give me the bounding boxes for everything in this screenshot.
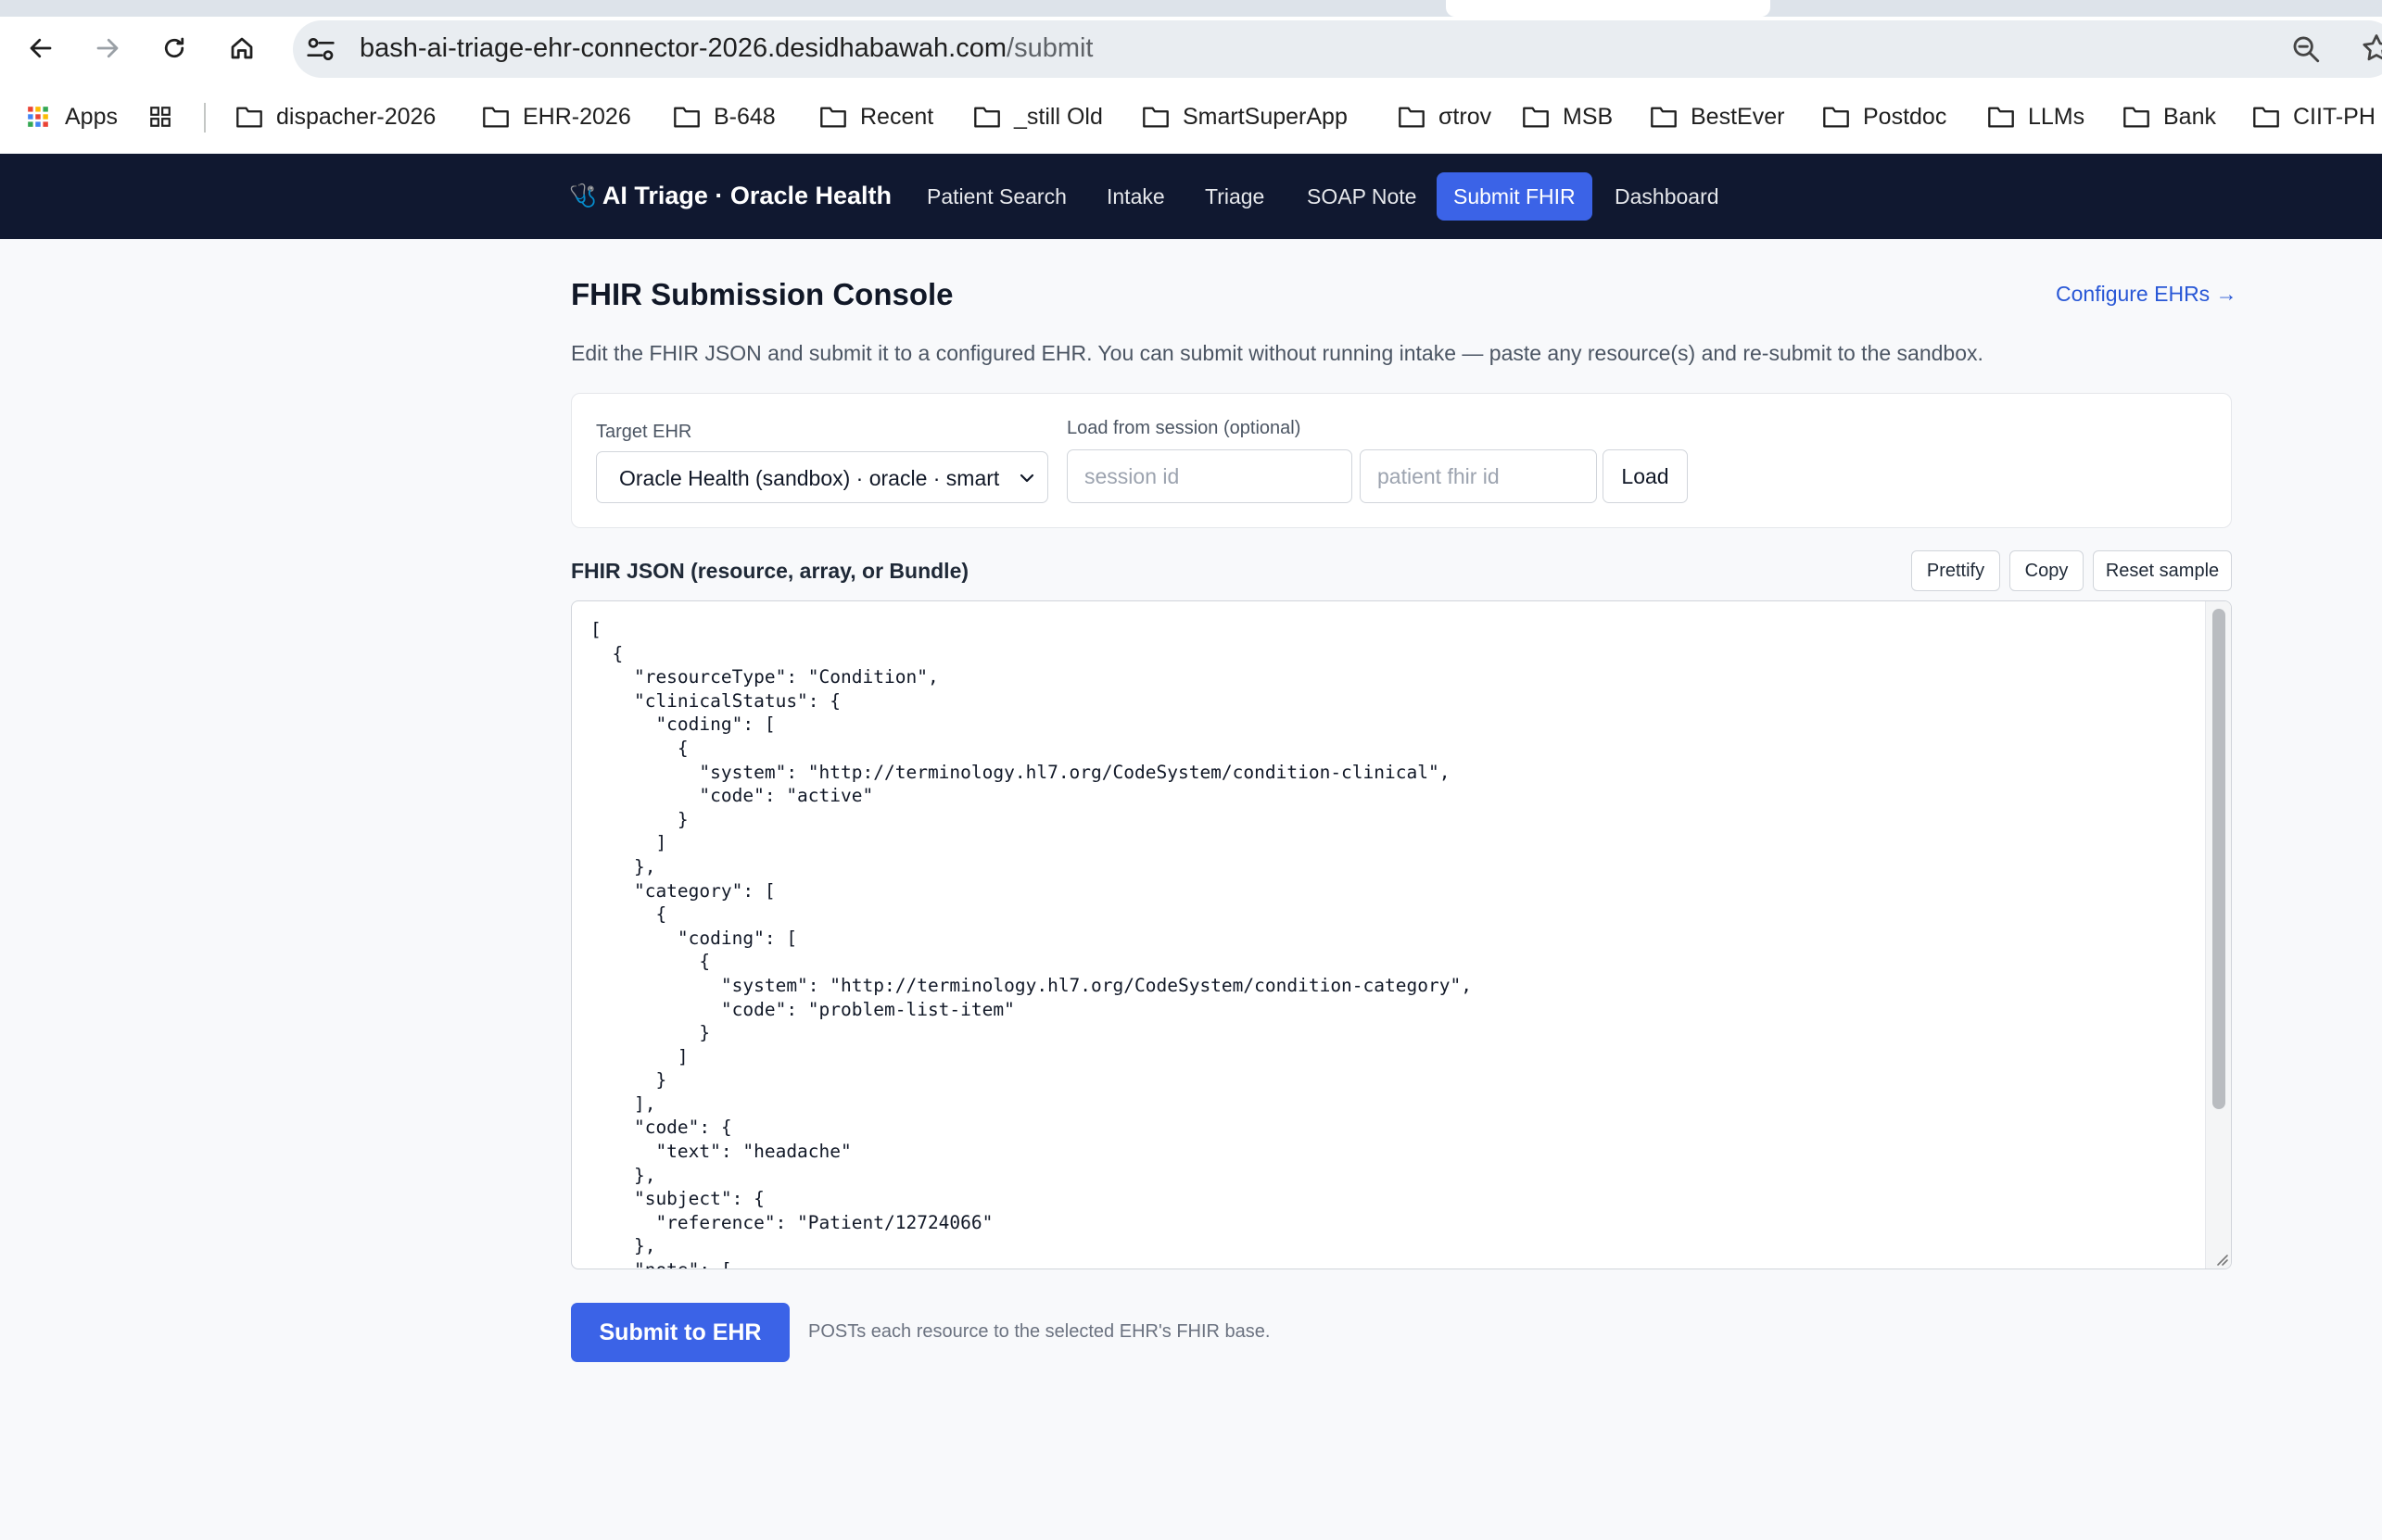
bookmark-folder[interactable]: Recent — [819, 100, 933, 133]
home-button[interactable] — [223, 30, 260, 67]
bookmark-folder[interactable]: Postdoc — [1822, 100, 1946, 133]
nav-intake[interactable]: Intake — [1090, 172, 1182, 221]
resize-handle-icon[interactable] — [2211, 1248, 2229, 1267]
bookmark-label: dispacher-2026 — [276, 103, 437, 130]
target-ehr-label: Target EHR — [596, 422, 692, 442]
back-arrow-icon — [30, 38, 52, 58]
url-path: /submit — [1007, 33, 1094, 63]
bookmarks-divider — [204, 103, 206, 133]
target-ehr-select[interactable]: Oracle Health (sandbox) · oracle · smart — [596, 451, 1048, 503]
prettify-button[interactable]: Prettify — [1911, 550, 2000, 591]
site-settings-icon[interactable] — [306, 35, 336, 63]
url-text[interactable]: bash-ai-triage-ehr-connector-2026.desidh… — [360, 33, 1094, 64]
bookmark-label: Bank — [2163, 103, 2216, 130]
nav-dashboard[interactable]: Dashboard — [1598, 172, 1736, 221]
bookmark-label: B-648 — [714, 103, 776, 130]
editor-scrollbar[interactable] — [2205, 601, 2231, 1269]
reset-sample-button[interactable]: Reset sample — [2093, 550, 2232, 591]
folder-icon — [2253, 107, 2279, 128]
page-title: FHIR Submission Console — [571, 277, 954, 311]
bookmark-folder[interactable]: Bank — [2122, 100, 2216, 133]
configure-ehrs-link[interactable]: Configure EHRs → — [2056, 282, 2237, 307]
bookmark-label: CIIT-PH — [2293, 103, 2376, 130]
home-icon — [231, 37, 253, 59]
bookmark-folder[interactable]: _still Old — [973, 100, 1103, 133]
fhir-json-text[interactable]: [ { "resourceType": "Condition", "clinic… — [590, 618, 1472, 1269]
bookmark-folder[interactable]: B-648 — [673, 100, 776, 133]
bookmark-label: Apps — [65, 103, 118, 130]
folder-icon — [674, 107, 700, 128]
tab-groups-button[interactable] — [146, 100, 174, 133]
nav-patient-search[interactable]: Patient Search — [910, 172, 1083, 221]
bookmark-folder[interactable]: SmartSuperApp — [1142, 100, 1348, 133]
nav-submit-fhir[interactable]: Submit FHIR — [1437, 172, 1592, 221]
folder-icon — [2123, 107, 2149, 128]
brand[interactable]: 🩺 AI Triage · Oracle Health — [569, 182, 892, 210]
bookmark-label: Recent — [860, 103, 934, 130]
bookmark-folder[interactable]: BestEver — [1650, 100, 1784, 133]
folder-icon — [1988, 107, 2014, 128]
bookmark-label: _still Old — [1014, 103, 1103, 130]
tab-groups-icon — [150, 107, 171, 127]
bookmark-folder[interactable]: LLMs — [1987, 100, 2084, 133]
bookmark-label: Postdoc — [1863, 103, 1947, 130]
bookmark-label: BestEver — [1691, 103, 1785, 130]
submit-to-ehr-button[interactable]: Submit to EHR — [571, 1303, 790, 1362]
bookmarks-bar: Apps dispacher-2026 EHR-2026 B-648 Recen… — [0, 80, 2382, 154]
nav-soap-note[interactable]: SOAP Note — [1290, 172, 1433, 221]
app-navbar: 🩺 AI Triage · Oracle Health Patient Sear… — [0, 154, 2382, 239]
fhir-json-label: FHIR JSON (resource, array, or Bundle) — [571, 559, 969, 583]
copy-button[interactable]: Copy — [2009, 550, 2084, 591]
load-session-label: Load from session (optional) — [1067, 418, 1301, 438]
zoom-icon[interactable] — [2290, 33, 2322, 65]
back-button[interactable] — [22, 30, 59, 67]
bookmark-label: EHR-2026 — [523, 103, 631, 130]
load-button[interactable]: Load — [1603, 449, 1688, 503]
browser-toolbar: bash-ai-triage-ehr-connector-2026.desidh… — [0, 17, 2382, 80]
folder-icon — [974, 107, 1000, 128]
ehr-selection-panel: Target EHR Oracle Health (sandbox) · ora… — [571, 393, 2232, 528]
url-host: bash-ai-triage-ehr-connector-2026.desidh… — [360, 33, 1007, 63]
reload-icon — [164, 37, 184, 58]
editor-scrollbar-thumb[interactable] — [2212, 609, 2225, 1109]
bookmark-apps[interactable]: Apps — [24, 100, 118, 133]
folder-icon — [1651, 107, 1677, 128]
folder-icon — [1523, 107, 1549, 128]
forward-button[interactable] — [89, 30, 126, 67]
folder-icon — [236, 107, 262, 128]
submit-hint: POSTs each resource to the selected EHR'… — [808, 1321, 1271, 1342]
bookmark-label: SmartSuperApp — [1183, 103, 1348, 130]
page-description: Edit the FHIR JSON and submit it to a co… — [571, 341, 1983, 365]
bookmark-folder[interactable]: EHR-2026 — [482, 100, 631, 133]
bookmark-folder[interactable]: dispacher-2026 — [235, 100, 436, 133]
apps-grid-icon — [28, 107, 48, 127]
stethoscope-icon: 🩺 — [569, 183, 597, 208]
target-ehr-value: Oracle Health (sandbox) · oracle · smart — [619, 466, 1000, 490]
address-bar[interactable]: bash-ai-triage-ehr-connector-2026.desidh… — [293, 20, 2382, 78]
bookmark-star-icon[interactable] — [2360, 32, 2382, 65]
folder-icon — [1143, 107, 1169, 128]
fhir-json-editor[interactable]: [ { "resourceType": "Condition", "clinic… — [571, 600, 2232, 1269]
folder-icon — [820, 107, 846, 128]
folder-icon — [1399, 107, 1425, 128]
browser-tab-strip — [0, 0, 2382, 17]
bookmark-folder[interactable]: MSB — [1522, 100, 1613, 133]
brand-name: AI Triage · Oracle Health — [602, 182, 892, 209]
folder-icon — [1823, 107, 1849, 128]
nav-triage[interactable]: Triage — [1188, 172, 1281, 221]
bookmark-label: MSB — [1563, 103, 1614, 130]
forward-arrow-icon — [96, 38, 119, 58]
chevron-down-icon — [1020, 473, 1034, 483]
bookmark-folder[interactable]: CIIT-PH — [2252, 100, 2376, 133]
folder-icon — [483, 107, 509, 128]
bookmark-folder[interactable]: σtrov — [1398, 100, 1491, 133]
browser-active-tab[interactable] — [1446, 0, 1770, 17]
patient-fhir-id-input[interactable] — [1360, 449, 1597, 503]
bookmark-label: LLMs — [2028, 103, 2085, 130]
session-id-input[interactable] — [1067, 449, 1352, 503]
bookmark-label: σtrov — [1438, 103, 1492, 130]
reload-button[interactable] — [156, 30, 193, 67]
